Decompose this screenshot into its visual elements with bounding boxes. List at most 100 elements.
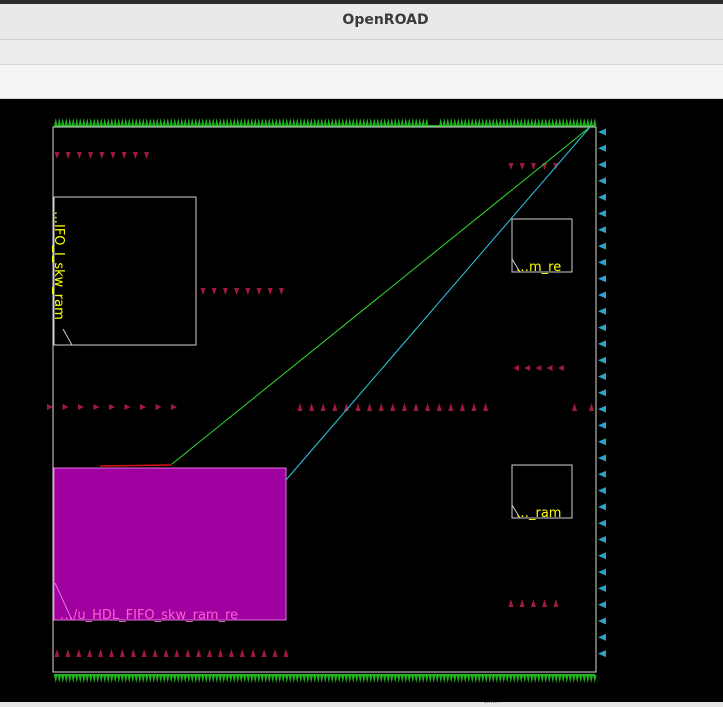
selected-macro[interactable]: …/u_HDL_FIFO_skw_ram_re	[53, 467, 287, 623]
bottom-pin	[428, 675, 432, 683]
right-pin	[598, 128, 606, 136]
bottom-pin	[285, 675, 289, 683]
macro-right-bottom[interactable]: …_ram	[511, 464, 573, 521]
top-pin	[281, 118, 285, 126]
io-marker	[589, 403, 594, 411]
top-pin	[274, 118, 278, 126]
top-pin	[344, 118, 348, 126]
bottom-pin	[411, 675, 415, 683]
top-pin	[362, 118, 366, 126]
bottom-pin	[523, 675, 527, 683]
bottom-pin-row	[54, 674, 597, 683]
io-marker	[513, 365, 519, 371]
bottom-pin	[117, 675, 121, 683]
bottom-pin	[474, 675, 478, 683]
io-marker	[535, 365, 542, 371]
bottom-pin	[533, 675, 537, 683]
top-pin	[561, 118, 565, 126]
bottom-pin	[253, 675, 257, 683]
right-pin	[598, 291, 606, 299]
bottom-pin	[96, 675, 100, 683]
io-marker	[78, 404, 84, 410]
bottom-pin	[355, 675, 359, 683]
macro-left[interactable]: …IFO_I_skw_ram	[51, 196, 197, 346]
top-pin	[131, 118, 135, 126]
top-pin	[232, 118, 236, 126]
bottom-pin	[78, 675, 82, 683]
bottom-pin	[274, 675, 278, 683]
top-pin	[120, 118, 124, 126]
top-pin	[463, 118, 467, 126]
io-marker	[62, 404, 69, 410]
io-marker	[530, 163, 536, 170]
top-pin	[302, 118, 306, 126]
top-pin	[222, 118, 226, 126]
bottom-pin	[477, 675, 481, 683]
top-pin	[285, 118, 289, 126]
top-pin	[460, 118, 464, 126]
bottom-pin	[565, 675, 569, 683]
top-pin	[488, 118, 492, 126]
io-marker	[332, 403, 338, 411]
right-pin	[598, 210, 606, 217]
top-pin	[264, 118, 268, 126]
top-pin	[306, 118, 310, 126]
bottom-pin	[393, 675, 397, 683]
right-pin	[598, 389, 606, 397]
bottom-pin	[495, 675, 499, 683]
bottom-pin	[509, 675, 513, 683]
bottom-pin	[551, 675, 555, 683]
bottom-pin	[442, 675, 446, 683]
bottom-pin	[404, 675, 408, 683]
io-marker	[171, 404, 177, 410]
right-pin	[598, 258, 606, 266]
bottom-pin	[190, 675, 194, 683]
io-marker	[234, 288, 240, 295]
top-pin	[204, 118, 208, 126]
macro-right-top[interactable]: …m_re	[511, 218, 573, 275]
right-pin-column	[598, 128, 606, 658]
bottom-pin	[582, 675, 586, 683]
io-marker	[508, 599, 514, 607]
bottom-pin	[579, 675, 583, 683]
top-pin	[530, 118, 534, 126]
bottom-pin	[187, 675, 191, 683]
top-pin	[124, 118, 128, 126]
top-pin	[418, 118, 422, 126]
io-marker	[200, 288, 206, 295]
menu-bar	[0, 40, 723, 65]
bottom-pin	[54, 675, 58, 683]
right-pin	[598, 584, 606, 592]
top-pin	[586, 118, 590, 126]
bottom-pin	[491, 675, 495, 683]
top-pin	[295, 118, 299, 126]
bottom-pin	[145, 675, 149, 683]
right-pin	[598, 193, 606, 201]
bottom-pin	[316, 675, 320, 683]
top-pin	[183, 118, 187, 126]
top-pin	[138, 118, 142, 126]
top-pin	[502, 118, 506, 126]
layout-canvas[interactable]: …IFO_I_skw_ram …m_re …_ram …/u_HDL_FIFO_…	[0, 99, 723, 702]
bottom-pin	[295, 675, 299, 683]
top-pin	[92, 118, 96, 126]
right-pin	[598, 617, 606, 625]
bottom-pin	[376, 675, 380, 683]
bottom-pin	[330, 675, 334, 683]
bottom-pin	[344, 675, 348, 683]
top-pin	[288, 118, 292, 126]
top-pin	[257, 118, 261, 126]
top-pin	[379, 118, 383, 126]
right-pin	[598, 177, 606, 185]
top-pin	[173, 118, 177, 126]
right-pin	[598, 503, 606, 511]
bottom-pin	[250, 675, 254, 683]
bottom-pin	[204, 675, 208, 683]
bottom-pin	[369, 675, 373, 683]
top-pin	[278, 118, 282, 126]
resize-grip[interactable]	[484, 702, 498, 706]
top-pin	[512, 118, 516, 126]
bottom-pin	[488, 675, 492, 683]
io-marker	[140, 404, 146, 410]
top-pin	[54, 118, 58, 126]
